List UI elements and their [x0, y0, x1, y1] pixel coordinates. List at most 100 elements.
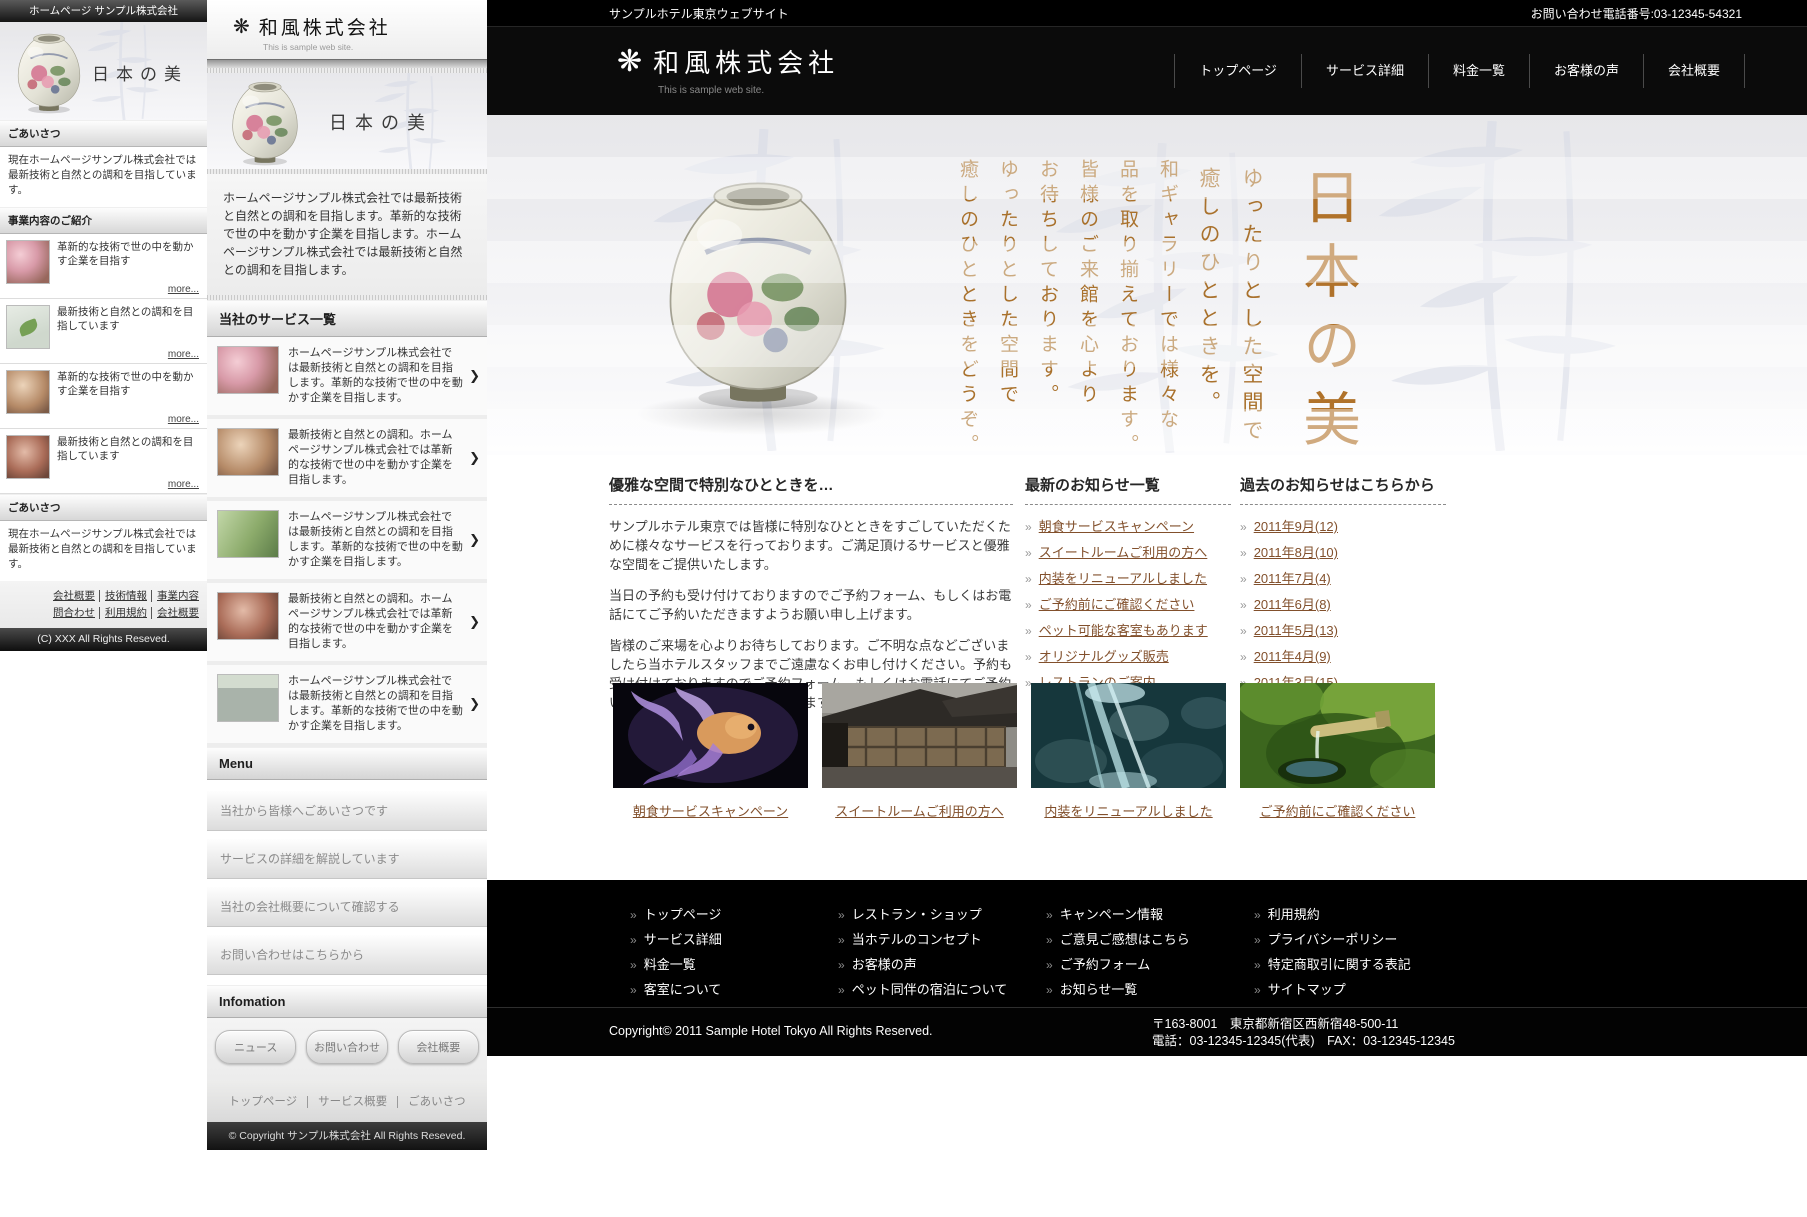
- more-link[interactable]: more...: [168, 479, 199, 490]
- portrait-thumbnail[interactable]: [217, 428, 279, 476]
- building-thumbnail[interactable]: [217, 674, 279, 722]
- footer-link-rooms[interactable]: 客室について: [644, 982, 722, 997]
- footer-link-top[interactable]: トップページ: [644, 907, 722, 922]
- service-text: ホームページサンプル株式会社では最新技術と自然との調和を目指します。革新的な技術…: [288, 346, 477, 406]
- archive-link-2011-04[interactable]: 2011年4月(9): [1254, 649, 1331, 664]
- service-text: 最新技術と自然との調和。ホームページサンプル株式会社では革新的な技術で世の中を動…: [288, 428, 477, 488]
- nav-customer-voice[interactable]: お客様の声: [1529, 54, 1643, 88]
- service-item[interactable]: 最新技術と自然との調和。ホームページサンプル株式会社では革新的な技術で世の中を動…: [207, 419, 487, 501]
- nav-company[interactable]: 会社概要: [1643, 54, 1744, 88]
- portrait-thumbnail[interactable]: [217, 592, 279, 640]
- service-item[interactable]: ホームページサンプル株式会社では最新技術と自然との調和を目指します。革新的な技術…: [207, 337, 487, 419]
- main-nav: トップページ サービス詳細 料金一覧 お客様の声 会社概要: [1174, 54, 1745, 88]
- service-text: 最新技術と自然との調和。ホームページサンプル株式会社では革新的な技術で世の中を動…: [288, 592, 477, 652]
- more-link[interactable]: more...: [168, 414, 199, 425]
- footer-link-feedback[interactable]: ご意見ご感想はこちら: [1060, 932, 1190, 947]
- main-logo[interactable]: ❋ 和風株式会社 This is sample web site.: [617, 43, 839, 96]
- company-button[interactable]: 会社概要: [398, 1030, 479, 1064]
- menu-item-contact[interactable]: お問い合わせはこちらから: [207, 934, 487, 975]
- footer-link-restaurant[interactable]: レストラン・ショップ: [852, 907, 982, 922]
- goldfish-photo[interactable]: [613, 683, 808, 788]
- footer-link-contact[interactable]: 問合わせ: [53, 607, 95, 619]
- footer-link-company[interactable]: 会社概要: [53, 590, 95, 602]
- list-item-text: 最新技術と自然との調和を目指しています: [57, 305, 201, 349]
- footer-link-price[interactable]: 料金一覧: [644, 957, 696, 972]
- list-item: »オリジナルグッズ販売: [1025, 646, 1231, 665]
- left-greeting2-text: 現在ホームページサンプル株式会社では最新技術と自然との調和を目指しています。: [0, 521, 207, 581]
- portrait-thumbnail[interactable]: [217, 346, 279, 394]
- menu-item-company[interactable]: 当社の会社概要について確認する: [207, 886, 487, 927]
- stream-rocks-photo[interactable]: [1031, 683, 1226, 788]
- archive-link-2011-07[interactable]: 2011年7月(4): [1254, 571, 1331, 586]
- leaf-thumbnail[interactable]: [6, 305, 50, 349]
- gallery-caption-breakfast[interactable]: 朝食サービスキャンペーン: [633, 804, 788, 819]
- footer-link-terms[interactable]: 利用規約: [1268, 907, 1320, 922]
- footer-link-tokushoho[interactable]: 特定商取引に関する表記: [1268, 957, 1411, 972]
- ryokan-house-photo[interactable]: [822, 683, 1017, 788]
- service-item[interactable]: ホームページサンプル株式会社では最新技術と自然との調和を目指します。革新的な技術…: [207, 501, 487, 583]
- vase-image: [225, 78, 305, 166]
- archive-link-2011-06[interactable]: 2011年6月(8): [1254, 597, 1331, 612]
- archive-link-2011-09[interactable]: 2011年9月(12): [1254, 519, 1338, 534]
- news-link-pets[interactable]: ペット可能な客室もあります: [1039, 623, 1208, 638]
- gallery-caption-interior[interactable]: 内装をリニューアルしました: [1044, 804, 1212, 819]
- list-item[interactable]: 革新的な技術で世の中を動かす企業を目指す more...: [0, 234, 207, 299]
- news-link-reservation[interactable]: ご予約前にご確認ください: [1039, 597, 1195, 612]
- footer-link-terms[interactable]: 利用規約: [99, 607, 147, 619]
- address-line: 〒163-8001 東京都新宿区西新宿48-500-11: [1152, 1016, 1455, 1033]
- archive-link-2011-08[interactable]: 2011年8月(10): [1254, 545, 1338, 560]
- nav-service-detail[interactable]: サービス詳細: [1301, 54, 1428, 88]
- footer-link-voice[interactable]: お客様の声: [852, 957, 917, 972]
- service-text: ホームページサンプル株式会社では最新技術と自然との調和を目指します。革新的な技術…: [288, 674, 477, 734]
- double-angle-bullet-icon: »: [1254, 958, 1261, 972]
- nav-top-page[interactable]: トップページ: [1174, 54, 1301, 88]
- list-item[interactable]: 最新技術と自然との調和を目指しています more...: [0, 299, 207, 364]
- service-item[interactable]: 最新技術と自然との調和。ホームページサンプル株式会社では革新的な技術で世の中を動…: [207, 583, 487, 665]
- gallery-caption-confirm[interactable]: ご予約前にご確認ください: [1260, 804, 1416, 819]
- contact-button[interactable]: お問い合わせ: [306, 1030, 387, 1064]
- left-business-heading: 事業内容のご紹介: [0, 207, 207, 234]
- more-link[interactable]: more...: [168, 284, 199, 295]
- portrait-thumbnail[interactable]: [6, 370, 50, 414]
- news-link-breakfast[interactable]: 朝食サービスキャンペーン: [1039, 519, 1194, 534]
- double-angle-bullet-icon: »: [1025, 520, 1032, 534]
- list-item-text: 革新的な技術で世の中を動かす企業を目指す: [57, 240, 201, 284]
- footer-link-company2[interactable]: 会社概要: [151, 607, 199, 619]
- nav-price-list[interactable]: 料金一覧: [1428, 54, 1529, 88]
- footer-link-service[interactable]: サービス詳細: [644, 932, 722, 947]
- footnav-service-link[interactable]: サービス概要: [307, 1096, 387, 1108]
- footnav-greeting-link[interactable]: ごあいさつ: [397, 1096, 466, 1108]
- footer-link-concept[interactable]: 当ホテルのコンセプト: [852, 932, 982, 947]
- footer-link-pets[interactable]: ペット同伴の宿泊について: [852, 982, 1008, 997]
- news-link-suite[interactable]: スイートルームご利用の方へ: [1039, 545, 1208, 560]
- bamboo-fountain-photo[interactable]: [1240, 683, 1435, 788]
- main-header: ❋ 和風株式会社 This is sample web site. トップページ…: [487, 27, 1807, 115]
- news-link-renewal[interactable]: 内装をリニューアルしました: [1039, 571, 1207, 586]
- footer-link-news-list[interactable]: お知らせ一覧: [1060, 982, 1138, 997]
- archive-link-2011-05[interactable]: 2011年5月(13): [1254, 623, 1338, 638]
- footer-link-business[interactable]: 事業内容: [151, 590, 199, 602]
- service-item[interactable]: ホームページサンプル株式会社では最新技術と自然との調和を目指します。革新的な技術…: [207, 665, 487, 747]
- menu-item-greeting[interactable]: 当社から皆様へごあいさつです: [207, 790, 487, 831]
- footer-link-reservation-form[interactable]: ご予約フォーム: [1060, 957, 1151, 972]
- footer-link-campaign[interactable]: キャンペーン情報: [1060, 907, 1163, 922]
- portrait-thumbnail[interactable]: [6, 240, 50, 284]
- menu-item-services[interactable]: サービスの詳細を解説しています: [207, 838, 487, 879]
- gallery-caption-suite[interactable]: スイートルームご利用の方へ: [835, 804, 1004, 819]
- chevron-right-icon: ❯: [469, 696, 480, 712]
- footer-link-tech[interactable]: 技術情報: [99, 590, 147, 602]
- more-link[interactable]: more...: [168, 349, 199, 360]
- double-angle-bullet-icon: »: [1025, 598, 1032, 612]
- list-item[interactable]: 最新技術と自然との調和を目指しています more...: [0, 429, 207, 494]
- footer-link-sitemap[interactable]: サイトマップ: [1268, 982, 1346, 997]
- list-item[interactable]: 革新的な技術で世の中を動かす企業を目指す more...: [0, 364, 207, 429]
- news-link-goods[interactable]: オリジナルグッズ販売: [1039, 649, 1169, 664]
- footnav-top-link[interactable]: トップページ: [228, 1096, 297, 1108]
- double-angle-bullet-icon: »: [1240, 598, 1247, 612]
- news-button[interactable]: ニュース: [215, 1030, 296, 1064]
- footer-link-privacy[interactable]: プライバシーポリシー: [1268, 932, 1398, 947]
- list-item: »2011年9月(12): [1240, 516, 1446, 535]
- portrait-thumbnail[interactable]: [6, 435, 50, 479]
- group-photo-thumbnail[interactable]: [217, 510, 279, 558]
- mid-logo-text: 和風株式会社: [259, 13, 391, 40]
